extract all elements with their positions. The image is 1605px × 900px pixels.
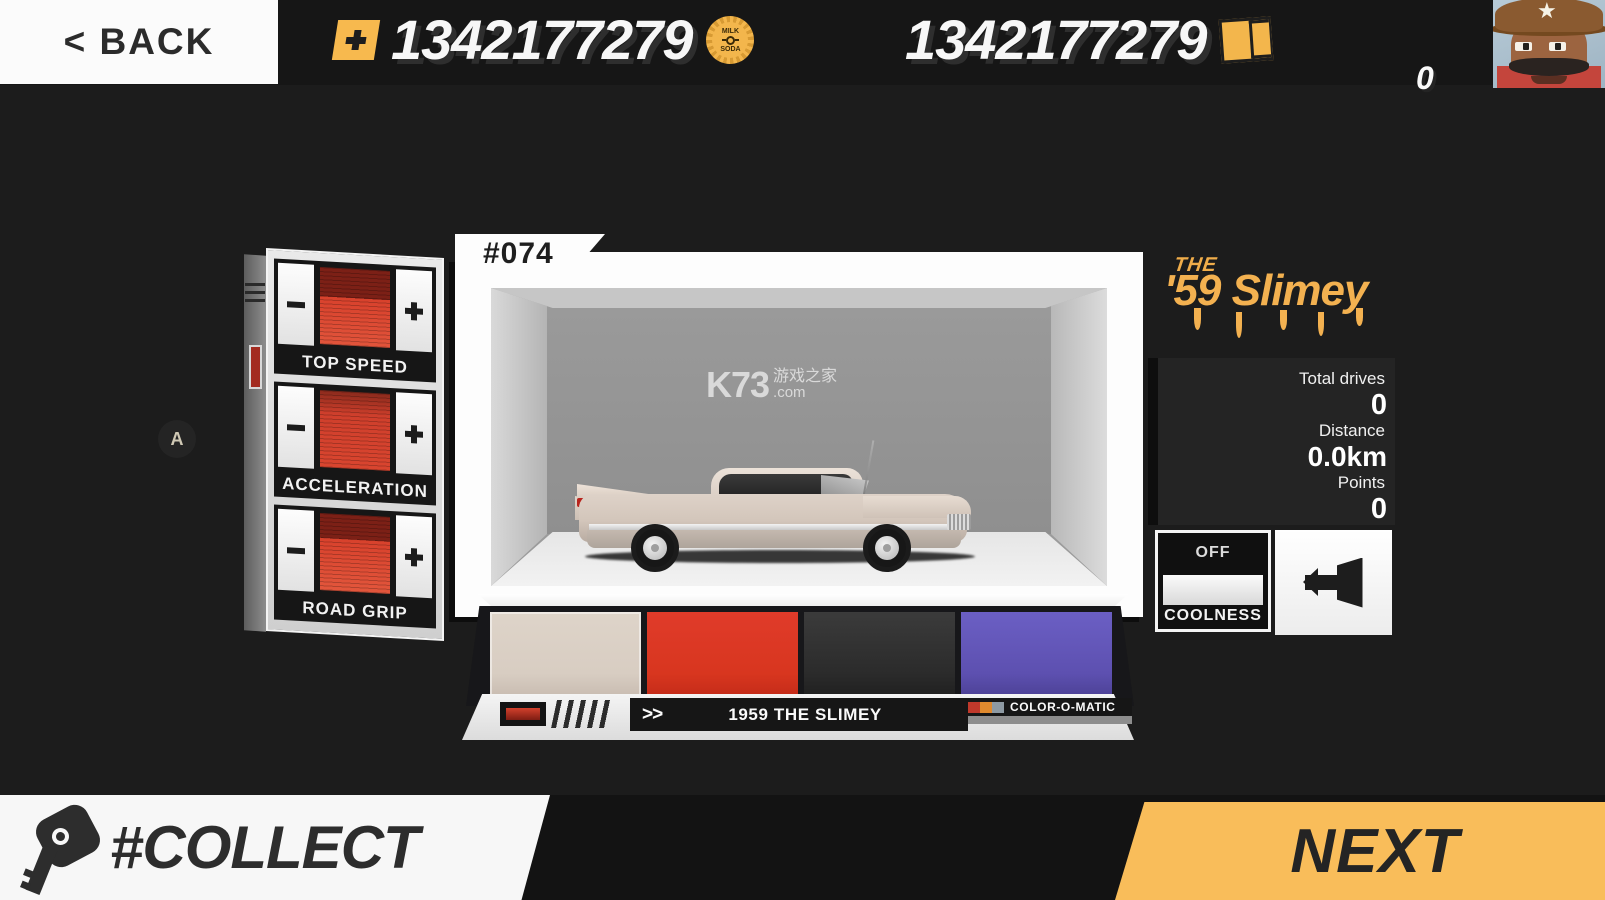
car-front-wheel — [863, 524, 911, 572]
acceleration-decrease-button[interactable] — [278, 385, 314, 469]
next-button[interactable]: NEXT — [1115, 802, 1605, 900]
currency-secondary-value: 1342177279 — [905, 8, 1207, 71]
stat-block-acceleration: ACCELERATION — [274, 381, 436, 506]
stat-block-road-grip: ROAD GRIP — [274, 504, 436, 629]
stat-label-total-drives: Total drives — [1299, 369, 1385, 388]
currency-primary-value: 1342177279 — [391, 8, 693, 71]
stat-block-top-speed: TOP SPEED — [274, 258, 436, 383]
currency-secondary-group: 1342177279 — [905, 6, 1274, 74]
acceleration-increase-button[interactable] — [396, 392, 432, 476]
color-swatch-purple[interactable] — [961, 612, 1112, 700]
coolness-toggle[interactable]: OFF COOLNESS — [1155, 530, 1271, 632]
plus-icon — [344, 30, 367, 50]
garage-scene: K73 游戏之家 .com — [491, 288, 1107, 586]
car-rear-wheel — [631, 524, 679, 572]
back-button-label: < BACK — [63, 21, 215, 62]
color-o-matic-label: COLOR-O-MATIC — [1010, 700, 1116, 714]
bottlecap-text-bottom: SODA — [720, 45, 741, 53]
exit-door-icon — [1302, 557, 1363, 608]
color-o-matic-badge: COLOR-O-MATIC — [962, 698, 1132, 716]
next-button-label: NEXT — [1290, 816, 1460, 886]
bottlecap-text-top: MILK — [721, 27, 739, 35]
avatar-level-badge: 0 — [1416, 60, 1434, 96]
color-stripe-icon — [968, 701, 1004, 713]
road-grip-increase-button[interactable] — [396, 515, 432, 599]
currency-primary-group: 1342177279 MILK SODA — [331, 6, 755, 74]
minus-icon — [287, 295, 305, 314]
color-o-matic-underbar — [962, 716, 1132, 724]
acceleration-gauge — [320, 390, 390, 471]
color-swatch-red[interactable] — [647, 612, 798, 700]
plus-icon — [405, 547, 423, 566]
stat-value-distance: 0.0km — [1307, 441, 1387, 472]
upgrade-panel-spine — [244, 254, 266, 632]
add-currency-button[interactable] — [331, 20, 381, 60]
car-stats-panel: Total drives 0 Distance 0.0km Points 0 — [1155, 358, 1395, 525]
collect-button[interactable]: #COLLECT — [0, 795, 550, 900]
coolness-state-label: OFF — [1195, 544, 1231, 561]
footer-bar: #COLLECT NEXT — [0, 795, 1605, 900]
collect-button-label: #COLLECT — [110, 814, 420, 881]
next-car-arrow-button[interactable]: >> — [642, 704, 663, 726]
minus-icon — [287, 541, 305, 560]
color-swatch-list — [490, 612, 1112, 700]
stat-label-distance: Distance — [1318, 421, 1385, 440]
deck-vent-lines — [551, 700, 615, 728]
plus-icon — [405, 301, 423, 320]
minus-icon — [287, 418, 305, 437]
road-grip-decrease-button[interactable] — [278, 508, 314, 592]
top-header-bar: < BACK 1342177279 MILK SODA 1342177279 ★… — [0, 0, 1605, 96]
car-name-bar: >> 1959 THE SLIMEY — [630, 698, 968, 731]
stat-value-total-drives: 0 — [1370, 389, 1387, 421]
top-speed-gauge — [320, 267, 390, 348]
bottlecap-icon: MILK SODA — [706, 16, 755, 64]
deck-indicator-light — [500, 702, 546, 726]
car-name-label: 1959 THE SLIMEY — [728, 704, 882, 724]
upgrade-panel-grip-lines — [245, 283, 267, 309]
plus-icon — [405, 424, 423, 443]
stat-value-points: 0 — [1370, 493, 1387, 525]
top-speed-increase-button[interactable] — [396, 269, 432, 353]
sheriff-star-icon: ★ — [1537, 0, 1557, 23]
stats-panel-edge — [1148, 358, 1158, 525]
avatar-button[interactable]: ★ — [1485, 0, 1605, 88]
avatar: ★ — [1493, 0, 1605, 88]
road-grip-gauge — [320, 513, 390, 594]
car-logo: THE '59 Slimey — [1160, 252, 1395, 342]
color-swatch-cream[interactable] — [490, 612, 641, 700]
stat-label-points: Points — [1337, 473, 1385, 492]
exit-button[interactable] — [1275, 530, 1392, 635]
bottlecap-center-dot — [721, 35, 739, 45]
back-button[interactable]: < BACK — [0, 0, 278, 84]
app-stage: < BACK 1342177279 MILK SODA 1342177279 ★… — [0, 0, 1605, 900]
upgrade-panel-red-tab — [249, 345, 262, 389]
coolness-label: COOLNESS — [1164, 607, 1262, 624]
wallet-icon — [1218, 16, 1274, 64]
top-speed-decrease-button[interactable] — [278, 262, 314, 346]
a-button-hint[interactable]: A — [158, 420, 196, 458]
color-picker-deck: >> 1959 THE SLIMEY COLOR-O-MATIC — [462, 594, 1134, 744]
color-swatch-black[interactable] — [804, 612, 955, 700]
car-display-card: K73 游戏之家 .com — [455, 252, 1143, 617]
car-key-icon — [18, 799, 105, 895]
coolness-slider-handle[interactable] — [1163, 575, 1263, 605]
upgrade-panel: TOP SPEED ACCELERATION ROAD GRIP — [244, 248, 444, 641]
car-number-label: #074 — [483, 237, 554, 270]
upgrade-stat-list: TOP SPEED ACCELERATION ROAD GRIP — [270, 252, 440, 637]
car-model[interactable] — [575, 440, 975, 572]
